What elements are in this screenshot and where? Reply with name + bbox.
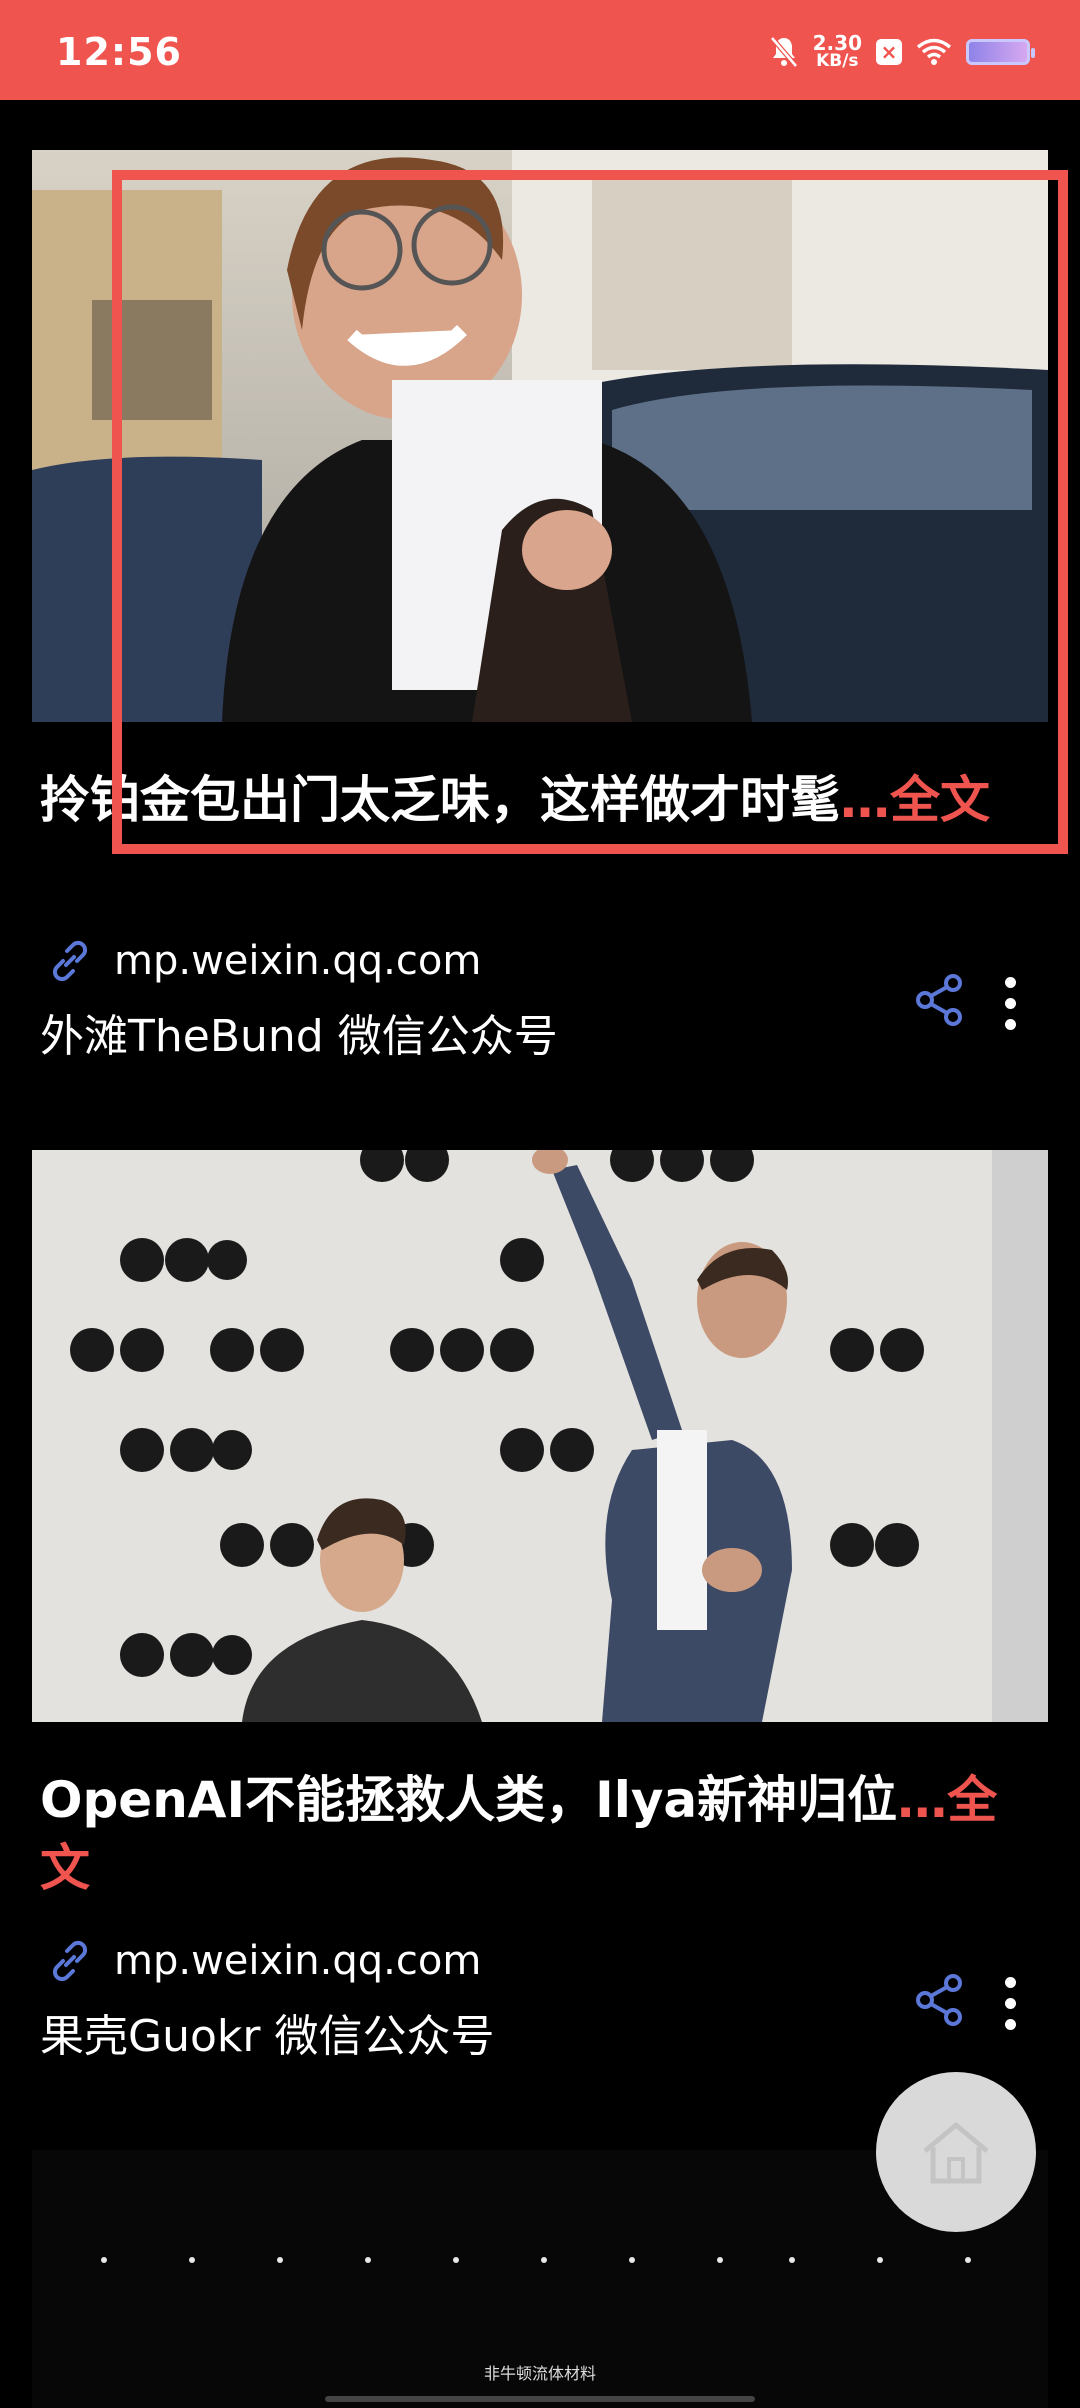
article-link-1[interactable]: mp.weixin.qq.com <box>48 938 481 984</box>
more-vert-icon <box>1004 976 1016 988</box>
share-button[interactable] <box>910 970 970 1030</box>
status-bar: 12:56 2.30 KB/s × <box>0 0 1080 100</box>
read-more-link[interactable]: …全文 <box>840 771 990 829</box>
article-link-2[interactable]: mp.weixin.qq.com <box>48 1938 481 1984</box>
network-speed: 2.30 KB/s <box>812 31 862 71</box>
home-icon <box>923 2122 989 2184</box>
clock: 12:56 <box>56 30 182 74</box>
image-credit: 非牛顿流体材料 <box>483 2364 596 2383</box>
article-title-2[interactable]: OpenAI不能拯救人类，Ilya新神归位…全文 <box>40 1766 1030 1902</box>
status-icons: 2.30 KB/s × <box>769 30 1035 74</box>
link-icon <box>52 1940 88 1982</box>
close-box-icon: × <box>876 39 902 65</box>
article-url: mp.weixin.qq.com <box>114 938 482 984</box>
article-source-2: 果壳Guokr 微信公众号 <box>40 2011 495 2062</box>
article-image-2[interactable] <box>32 1150 1048 1722</box>
share-icon <box>916 974 962 1026</box>
article-image-1[interactable] <box>32 150 1048 722</box>
battery-icon <box>966 39 1035 65</box>
article-url: mp.weixin.qq.com <box>114 1938 482 1984</box>
article-source-1: 外滩TheBund 微信公众号 <box>40 1011 558 1062</box>
share-icon <box>916 1974 962 2026</box>
more-vert-icon <box>1004 1976 1016 1988</box>
wifi-icon <box>916 38 952 65</box>
gesture-bar[interactable] <box>325 2396 755 2402</box>
mute-bell-icon <box>769 36 798 68</box>
article-title-1[interactable]: 拎铂金包出门太乏味，这样做才时髦…全文 <box>40 766 1030 834</box>
share-button[interactable] <box>910 1970 970 2030</box>
more-options-button[interactable] <box>992 1968 1028 2038</box>
more-options-button[interactable] <box>992 968 1028 1038</box>
home-button[interactable] <box>876 2072 1036 2232</box>
link-icon <box>52 940 88 982</box>
